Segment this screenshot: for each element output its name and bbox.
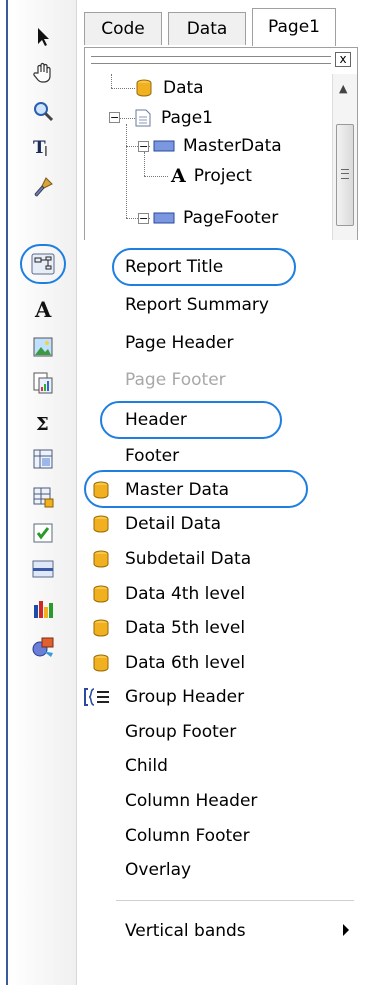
scroll-thumb[interactable] (336, 124, 354, 226)
menu-item-data-5th-level[interactable]: Data 5th level (76, 612, 365, 644)
menu-item-overlay[interactable]: Overlay (76, 854, 365, 886)
menu-item-master-data[interactable]: Master Data (76, 474, 365, 506)
database-icon (136, 79, 152, 97)
tree-node-label: PageFooter (183, 208, 279, 228)
format-painter-icon[interactable] (26, 170, 60, 204)
tree-node-label: MasterData (183, 136, 282, 156)
text-object-icon: A (171, 165, 186, 187)
report-tree-panel: x − − − Data Page1 MasterData A Project (84, 48, 358, 240)
text-edit-tool-icon[interactable]: TI (26, 130, 60, 164)
tree-connector (144, 176, 168, 177)
tree-node-label: Project (193, 166, 252, 186)
line-object-icon[interactable] (26, 552, 60, 586)
text-object-icon[interactable]: A (26, 292, 60, 326)
tree-connector (144, 152, 145, 176)
collapse-toggle[interactable]: − (138, 213, 149, 224)
chevron-right-icon (343, 924, 349, 936)
menu-item-child[interactable]: Child (76, 750, 365, 782)
designer-tabs: Code Data Page1 (84, 8, 358, 48)
menu-item-vertical-bands[interactable]: Vertical bands (76, 915, 365, 947)
picture-object-icon[interactable] (26, 330, 60, 364)
select-tool-icon[interactable] (26, 20, 60, 54)
more-objects-icon[interactable] (26, 630, 60, 664)
chart-object-icon[interactable] (26, 592, 60, 626)
tree-node-label: Page1 (161, 108, 213, 128)
tree-node-pagefooter[interactable]: PageFooter (153, 204, 278, 232)
database-icon (93, 481, 109, 499)
table-object-icon[interactable] (26, 480, 60, 514)
database-icon (93, 619, 109, 637)
subreport-icon[interactable] (26, 366, 60, 400)
menu-item-column-footer[interactable]: Column Footer (76, 820, 365, 852)
hand-tool-icon[interactable] (26, 56, 60, 90)
tab-page1[interactable]: Page1 (252, 8, 336, 46)
tree-node-project[interactable]: A Project (171, 162, 252, 190)
database-icon (93, 585, 109, 603)
system-text-icon[interactable]: Σ (26, 406, 60, 440)
report-tree: − − − Data Page1 MasterData A Project Pa… (85, 74, 331, 240)
close-panel-button[interactable]: x (335, 52, 351, 67)
svg-text:I: I (44, 145, 48, 159)
tree-scrollbar[interactable]: ▲ (332, 74, 357, 240)
tree-node-masterdata[interactable]: MasterData (153, 132, 282, 160)
object-toolbar: TI A Σ (8, 0, 77, 985)
group-header-icon (84, 688, 109, 706)
tree-node-data[interactable]: Data (135, 74, 204, 102)
cross-tab-icon[interactable] (26, 442, 60, 476)
menu-item-group-footer[interactable]: Group Footer (76, 716, 365, 748)
tree-connector (111, 74, 112, 88)
menu-item-page-footer: Page Footer (125, 370, 226, 390)
menu-item-report-title[interactable]: Report Title (76, 251, 365, 283)
collapse-toggle[interactable]: − (138, 141, 149, 152)
menu-item-data-6th-level[interactable]: Data 6th level (76, 647, 365, 679)
database-icon (93, 654, 109, 672)
insert-band-icon[interactable] (26, 247, 60, 281)
svg-text:Σ: Σ (36, 414, 49, 435)
tab-data[interactable]: Data (168, 12, 246, 45)
tab-code[interactable]: Code (84, 12, 162, 45)
tree-connector (111, 88, 135, 89)
menu-item-report-summary[interactable]: Report Summary (76, 289, 365, 321)
insert-band-menu: Report Title Report Summary Page Header … (76, 245, 365, 985)
menu-item-column-header[interactable]: Column Header (76, 785, 365, 817)
zoom-tool-icon[interactable] (26, 94, 60, 128)
page-icon (135, 109, 151, 127)
panel-grip[interactable] (91, 56, 331, 64)
tree-node-page1[interactable]: Page1 (135, 104, 213, 132)
menu-item-page-header[interactable]: Page Header (76, 327, 365, 359)
tree-node-label: Data (163, 78, 204, 98)
menu-separator (116, 900, 354, 901)
checkbox-object-icon[interactable] (26, 516, 60, 550)
scroll-up-icon[interactable]: ▲ (339, 82, 347, 95)
band-icon (153, 212, 175, 224)
menu-item-header[interactable]: Header (76, 404, 365, 436)
menu-item-data-4th-level[interactable]: Data 4th level (76, 578, 365, 610)
menu-item-footer[interactable]: Footer (76, 440, 365, 472)
database-icon (93, 550, 109, 568)
database-icon (93, 515, 109, 533)
band-icon (153, 140, 175, 152)
tree-connector (126, 124, 127, 218)
collapse-toggle[interactable]: − (109, 112, 120, 123)
menu-item-group-header[interactable]: Group Header (76, 681, 365, 713)
svg-text:A: A (34, 297, 52, 321)
menu-item-detail-data[interactable]: Detail Data (76, 508, 365, 540)
menu-item-subdetail-data[interactable]: Subdetail Data (76, 543, 365, 575)
